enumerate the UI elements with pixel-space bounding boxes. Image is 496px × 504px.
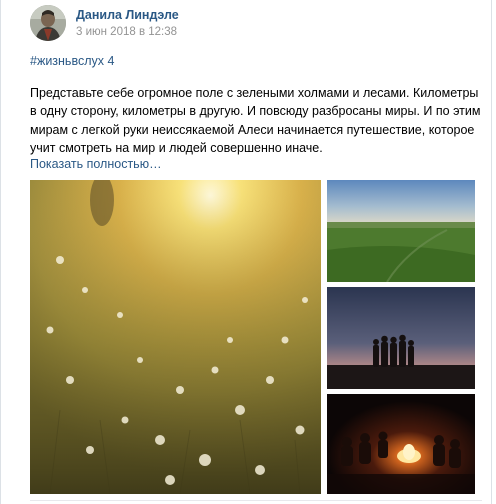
card-left-border bbox=[0, 0, 1, 504]
avatar[interactable] bbox=[30, 5, 66, 41]
photo-campfire[interactable] bbox=[327, 394, 475, 494]
show-more-link[interactable]: Показать полностью… bbox=[30, 157, 162, 171]
post-text: Представьте себе огромное поле с зеленым… bbox=[30, 86, 481, 156]
author-name[interactable]: Данила Линдэле bbox=[76, 8, 179, 22]
post-divider bbox=[30, 500, 482, 501]
post-card: Данила Линдэле 3 июн 2018 в 12:38 #жизнь… bbox=[0, 0, 496, 504]
photo-field[interactable] bbox=[327, 180, 475, 282]
card-right-border bbox=[491, 0, 492, 504]
photo-silhouettes[interactable] bbox=[327, 287, 475, 389]
photo-meadow[interactable] bbox=[30, 180, 321, 494]
post-date[interactable]: 3 июн 2018 в 12:38 bbox=[76, 26, 177, 38]
hashtag-link[interactable]: #жизньвслух 4 bbox=[30, 54, 114, 68]
